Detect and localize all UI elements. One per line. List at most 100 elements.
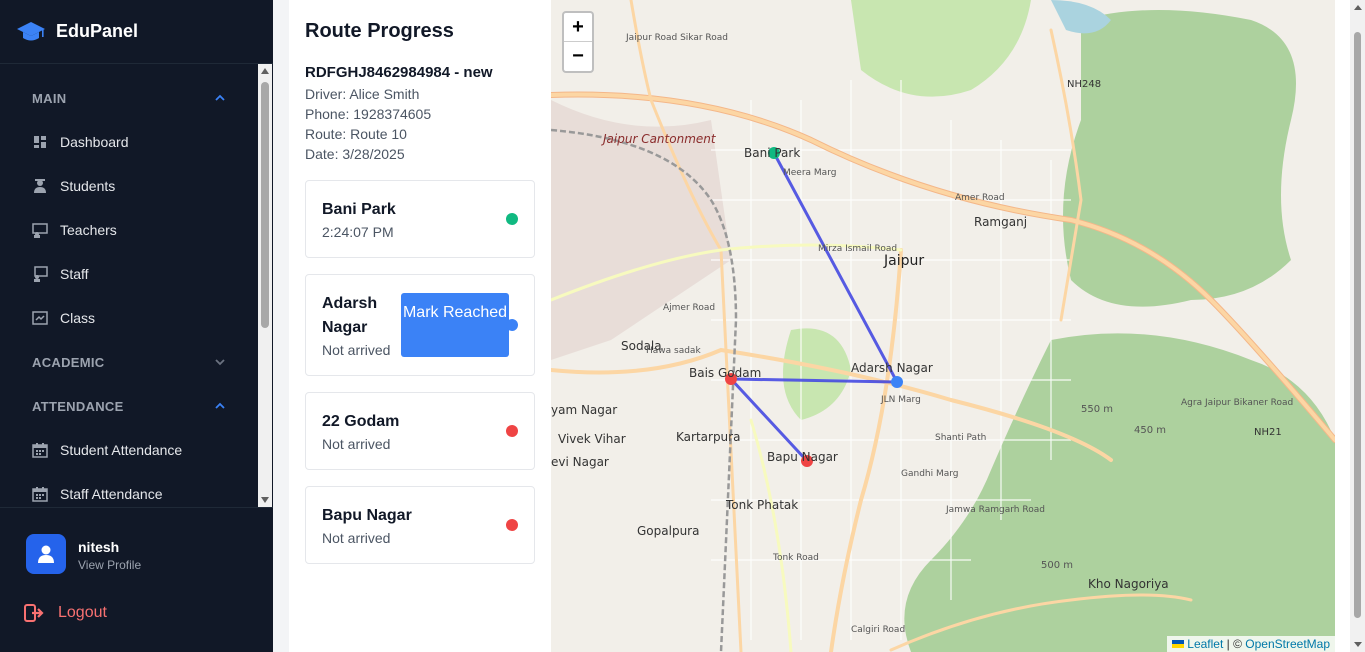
sidebar-item-label: Dashboard [60, 134, 129, 150]
hills-area [904, 333, 1335, 652]
section-attendance-title: ATTENDANCE [32, 398, 124, 414]
logout-button[interactable]: Logout [24, 604, 107, 622]
sidebar-item-label: Staff Attendance [60, 486, 163, 502]
calendar-icon [32, 487, 48, 502]
sidebar-item-student-attendance[interactable]: Student Attendance [0, 428, 258, 472]
scroll-thumb[interactable] [261, 82, 269, 328]
status-dot [506, 425, 518, 437]
map-label: Jaipur Road Sikar Road [625, 33, 728, 43]
park-area [783, 328, 851, 420]
scroll-thumb[interactable] [1354, 32, 1361, 618]
zoom-out-button[interactable]: − [564, 42, 592, 71]
brand[interactable]: EduPanel [0, 0, 273, 64]
map-label: 550 m [1081, 404, 1113, 415]
map-label: Agra Jaipur Bikaner Road [1181, 398, 1293, 408]
map-label: Jaipur Cantonment [601, 132, 717, 146]
map-attribution: Leaflet | © OpenStreetMap [1167, 636, 1335, 652]
map-label: Vivek Vihar [558, 432, 626, 446]
leaflet-link[interactable]: Leaflet [1187, 636, 1223, 652]
map-label: Adarsh Nagar [851, 361, 933, 375]
scroll-up-arrow[interactable] [261, 68, 269, 74]
scroll-up-arrow[interactable] [1354, 5, 1362, 10]
scroll-down-arrow[interactable] [1354, 642, 1362, 647]
stop-status: 2:24:07 PM [322, 224, 394, 240]
map-canvas: Jaipur Cantonment Bani Park Jaipur Ramga… [551, 0, 1335, 652]
zoom-in-button[interactable]: + [564, 13, 592, 42]
scroll-down-arrow[interactable] [261, 497, 269, 503]
map-label: Shanti Path [935, 433, 986, 443]
map-label: Gandhi Marg [901, 469, 959, 479]
zoom-control: + − [562, 11, 594, 73]
students-icon [34, 179, 46, 193]
view-profile-link[interactable]: View Profile [78, 558, 141, 572]
calendar-icon [32, 443, 48, 458]
stop-status: Not arrived [322, 530, 391, 546]
sidebar-item-label: Class [60, 310, 96, 326]
teachers-icon [32, 223, 48, 238]
stop-card: Bapu Nagar Not arrived [305, 486, 535, 564]
map-label: Hawa sadak [646, 346, 701, 356]
stop-card: Bani Park 2:24:07 PM [305, 180, 535, 258]
dashboard-icon [34, 136, 46, 148]
map-label: JLN Marg [880, 395, 921, 405]
section-main[interactable]: MAIN [0, 76, 258, 120]
stop-name: 22 Godam [322, 413, 400, 430]
staff-icon [34, 266, 48, 282]
chevron-up-icon [215, 402, 225, 409]
marker-adarsh-nagar[interactable] [891, 376, 903, 388]
sidebar-item-staff[interactable]: Staff [0, 252, 258, 296]
logout-icon [24, 604, 44, 622]
osm-link[interactable]: OpenStreetMap [1245, 636, 1330, 652]
avatar[interactable] [26, 534, 66, 574]
stop-card: 22 Godam Not arrived [305, 392, 535, 470]
map-label: Jaipur [883, 253, 924, 269]
route-panel: Route Progress RDFGHJ8462984984 - new Dr… [289, 0, 551, 652]
route-map[interactable]: Jaipur Cantonment Bani Park Jaipur Ramga… [551, 0, 1335, 652]
map-label: Meera Marg [783, 168, 836, 178]
sidebar-item-class[interactable]: Class [0, 296, 258, 340]
ukraine-flag-icon [1172, 640, 1185, 648]
map-label: Bais Godam [689, 366, 761, 380]
map-right-gutter [1335, 0, 1350, 652]
status-dot [506, 213, 518, 225]
sidebar-item-students[interactable]: Students [0, 164, 258, 208]
page-scrollbar[interactable] [1350, 0, 1365, 652]
map-label: Jamwa Ramgarh Road [945, 505, 1045, 515]
sidebar-item-label: Students [60, 178, 116, 194]
sidebar-item-label: Staff [60, 266, 89, 282]
map-label: Kartarpura [676, 430, 740, 444]
section-academic[interactable]: ACADEMIC [0, 340, 258, 384]
class-icon [32, 311, 48, 325]
map-label: NH248 [1067, 79, 1101, 90]
map-label: Ajmer Road [663, 303, 715, 313]
attribution-separator: | © [1223, 637, 1246, 651]
map-label: Bapu Nagar [767, 450, 838, 464]
sidebar-item-teachers[interactable]: Teachers [0, 208, 258, 252]
sidebar-item-dashboard[interactable]: Dashboard [0, 120, 258, 164]
map-label: Amer Road [955, 193, 1005, 203]
status-dot [506, 519, 518, 531]
section-attendance[interactable]: ATTENDANCE [0, 384, 258, 428]
stop-status: Not arrived [322, 342, 391, 358]
phone-info: Phone: 1928374605 [305, 106, 432, 122]
map-label: Calgiri Road [851, 625, 905, 635]
stop-status: Not arrived [322, 436, 391, 452]
map-label: 450 m [1134, 425, 1166, 436]
stop-name: Bapu Nagar [322, 507, 412, 524]
brand-name: EduPanel [56, 21, 139, 41]
driver-info: Driver: Alice Smith [305, 86, 420, 102]
sidebar-item-label: Student Attendance [60, 442, 183, 458]
section-academic-title: ACADEMIC [32, 354, 105, 370]
map-label: Tonk Phatak [725, 498, 798, 512]
route-id: RDFGHJ8462984984 - new [305, 64, 493, 81]
map-label: Kho Nagoriya [1088, 577, 1169, 591]
user-name: nitesh [78, 539, 120, 555]
section-main-title: MAIN [32, 90, 67, 106]
water-area [1051, 0, 1111, 34]
sidebar-scrollbar[interactable] [258, 64, 272, 507]
sidebar-item-staff-attendance[interactable]: Staff Attendance [0, 472, 258, 507]
map-label: Mirza Ismail Road [818, 244, 897, 254]
mark-reached-button[interactable]: Mark Reached [401, 293, 509, 357]
map-label: Tonk Road [772, 553, 819, 563]
map-label: 500 m [1041, 560, 1073, 571]
